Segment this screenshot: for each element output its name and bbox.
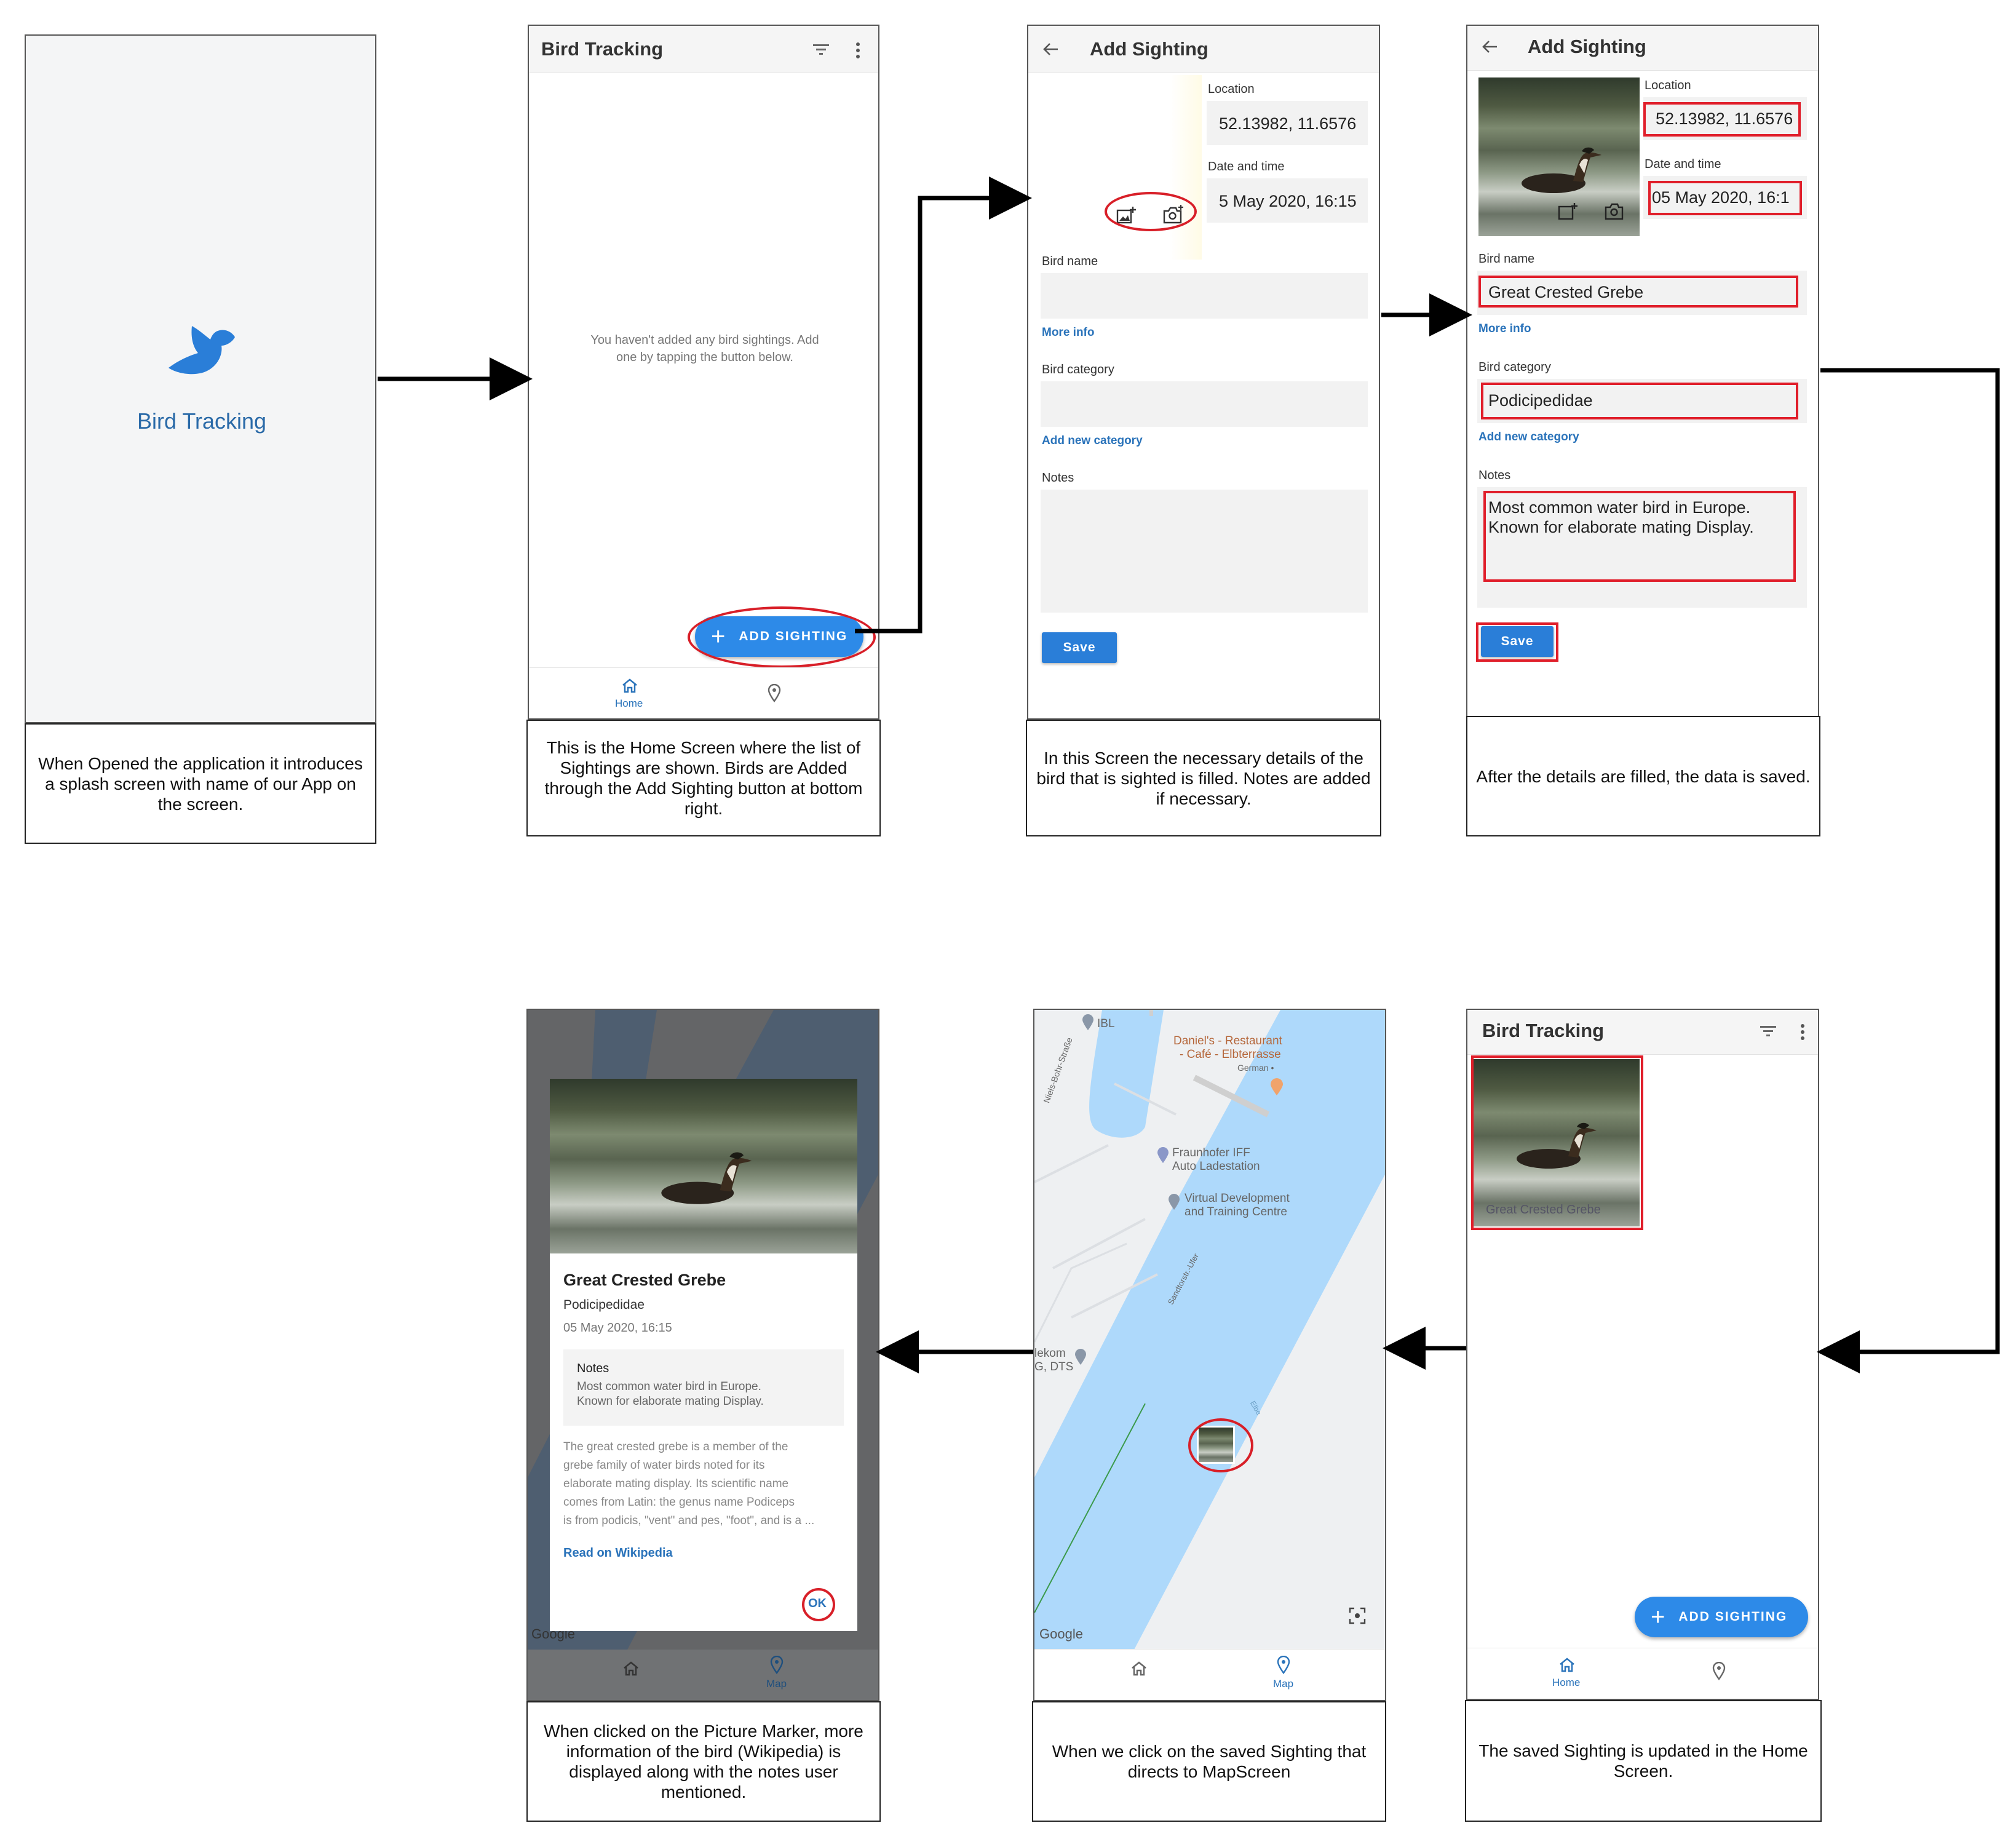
arrow-home-to-add [855, 177, 1032, 634]
arrow-filled-to-home-updated [1817, 368, 2000, 1373]
flow-arrows [378, 177, 2000, 1373]
